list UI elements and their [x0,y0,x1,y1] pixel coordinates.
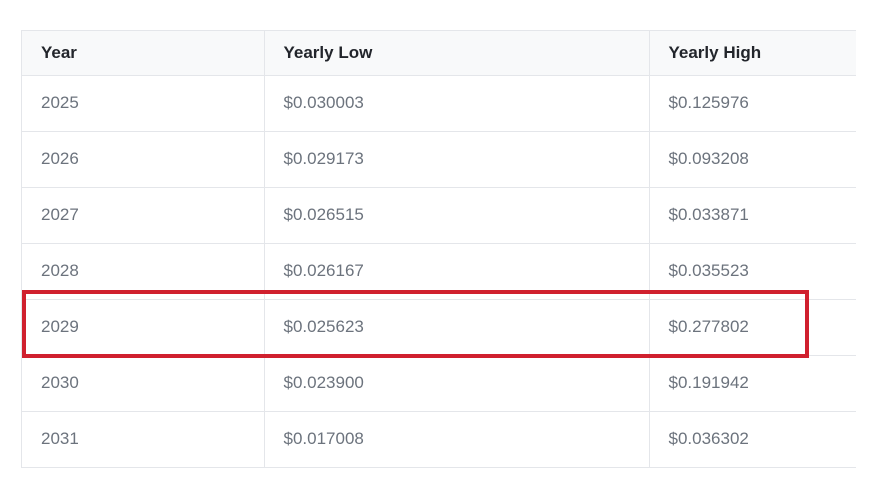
yearly-high-cell: $0.277802 [649,299,856,356]
yearly-low-cell: $0.030003 [264,75,650,132]
yearly-high-cell: $0.036302 [668,429,749,449]
year-cell: 2025 [22,75,265,132]
table-row: 2025 $0.030003 $0.125976 [22,75,856,132]
yearly-high-cell: $0.033871 [649,187,856,244]
table-row: 2031 $0.017008 $0.036302 [22,411,856,467]
yearly-low-cell: $0.026167 [264,243,650,300]
yearly-low-cell: $0.023900 [264,355,650,412]
table-row: 2026 $0.029173 $0.093208 [22,131,856,188]
page: Year Yearly Low Yearly High 2025 $0.0300… [0,0,869,488]
yearly-low-cell: $0.025623 [264,299,650,356]
header-year: Year [22,31,265,76]
year-cell: 2026 [22,131,265,188]
year-cell: 2030 [22,355,265,412]
table-row-highlighted: 2029 $0.025623 $0.277802 [22,299,856,356]
table-header-row: Year Yearly Low Yearly High [22,31,856,76]
year-cell: 2029 [22,299,265,356]
year-cell: 2027 [22,187,265,244]
year-cell: 2031 [22,411,265,467]
price-table: Year Yearly Low Yearly High 2025 $0.0300… [22,31,856,467]
year-cell: 2028 [22,243,265,300]
yearly-high-cell: $0.125976 [649,75,856,132]
yearly-low-cell: $0.026515 [264,187,650,244]
header-yearly-low: Yearly Low [264,31,650,76]
yearly-high-cell: $0.191942 [649,355,856,412]
yearly-high-cell: $0.093208 [649,131,856,188]
header-yearly-high: Yearly High [649,31,856,76]
yearly-low-cell: $0.029173 [264,131,650,188]
yearly-high-cell: $0.035523 [649,243,856,300]
price-prediction-table: Year Yearly Low Yearly High 2025 $0.0300… [21,30,856,468]
table-row: 2028 $0.026167 $0.035523 [22,243,856,300]
yearly-low-cell: $0.017008 [264,411,650,467]
table-row: 2027 $0.026515 $0.033871 [22,187,856,244]
table-row: 2030 $0.023900 $0.191942 [22,355,856,412]
